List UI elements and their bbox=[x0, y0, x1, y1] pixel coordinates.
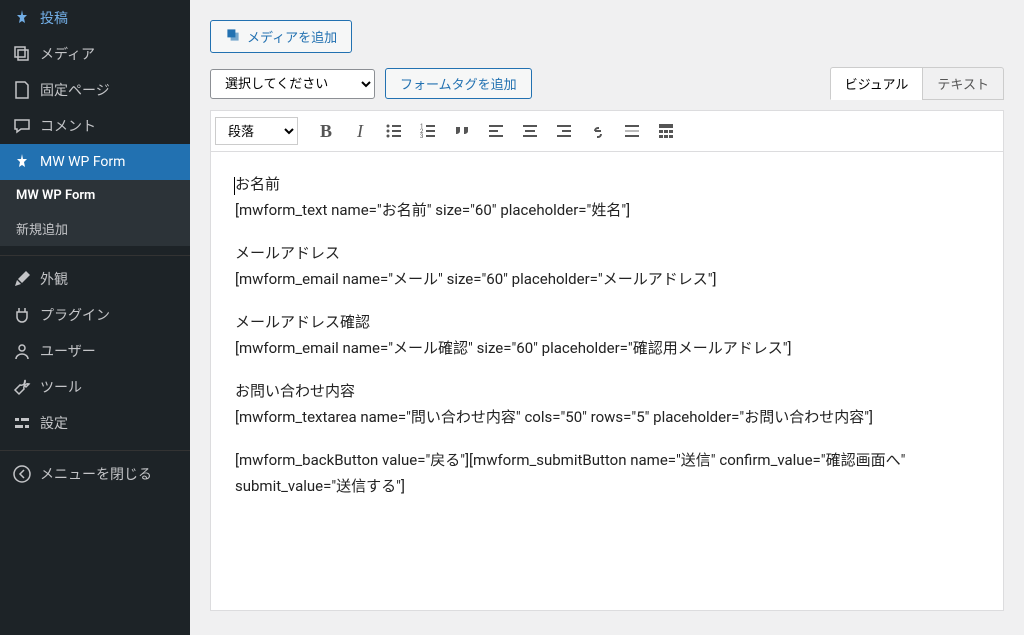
sidebar-item-tools[interactable]: ツール bbox=[0, 369, 190, 405]
align-left-button[interactable] bbox=[480, 115, 512, 147]
bullet-list-button[interactable] bbox=[378, 115, 410, 147]
sidebar-item-pages[interactable]: 固定ページ bbox=[0, 72, 190, 108]
add-media-label: メディアを追加 bbox=[247, 27, 337, 46]
sidebar-item-label: 設定 bbox=[40, 413, 68, 433]
sidebar-submenu: MW WP Form 新規追加 bbox=[0, 180, 190, 246]
user-icon bbox=[12, 341, 32, 361]
editor-paragraph: お問い合わせ内容 [mwform_textarea name="問い合わせ内容"… bbox=[235, 379, 979, 430]
editor-paragraph: お名前 [mwform_text name="お名前" size="60" pl… bbox=[235, 172, 979, 223]
comment-icon bbox=[12, 116, 32, 136]
sidebar-item-label: ユーザー bbox=[40, 341, 96, 361]
settings-icon bbox=[12, 413, 32, 433]
tool-icon bbox=[12, 377, 32, 397]
sidebar-item-label: プラグイン bbox=[40, 305, 110, 325]
editor-line: [mwform_email name="メール" size="60" place… bbox=[235, 270, 716, 288]
sidebar-item-posts[interactable]: 投稿 bbox=[0, 0, 190, 36]
menu-separator bbox=[0, 446, 190, 451]
sidebar-item-label: 外観 bbox=[40, 269, 68, 289]
admin-sidebar: 投稿 メディア 固定ページ コメント MW WP Form MW WP Form… bbox=[0, 0, 190, 635]
plug-icon bbox=[12, 305, 32, 325]
editor-tabs: ビジュアル テキスト bbox=[830, 67, 1004, 100]
editor-line: [mwform_email name="メール確認" size="60" pla… bbox=[235, 339, 791, 357]
pin-icon bbox=[12, 8, 32, 28]
media-icon bbox=[225, 27, 241, 46]
collapse-icon bbox=[12, 464, 32, 484]
number-list-button[interactable]: 123 bbox=[412, 115, 444, 147]
menu-separator bbox=[0, 251, 190, 256]
editor-paragraph: [mwform_backButton value="戻る"][mwform_su… bbox=[235, 448, 979, 499]
sidebar-item-comments[interactable]: コメント bbox=[0, 108, 190, 144]
add-form-tag-button[interactable]: フォームタグを追加 bbox=[385, 68, 532, 99]
add-media-button[interactable]: メディアを追加 bbox=[210, 20, 352, 53]
toolbar-toggle-button[interactable] bbox=[650, 115, 682, 147]
bold-button[interactable]: B bbox=[310, 115, 342, 147]
editor-line: [mwform_backButton value="戻る"][mwform_su… bbox=[235, 451, 905, 495]
form-tag-row: 選択してください フォームタグを追加 ビジュアル テキスト bbox=[210, 67, 1004, 100]
svg-text:3: 3 bbox=[420, 133, 423, 140]
editor-content[interactable]: お名前 [mwform_text name="お名前" size="60" pl… bbox=[210, 151, 1004, 611]
editor-line: お名前 bbox=[235, 175, 280, 193]
italic-button[interactable]: I bbox=[344, 115, 376, 147]
page-icon bbox=[12, 80, 32, 100]
editor-line: [mwform_textarea name="問い合わせ内容" cols="50… bbox=[235, 408, 873, 426]
editor-toolbar: 段落 B I 123 bbox=[210, 110, 1004, 151]
sidebar-item-media[interactable]: メディア bbox=[0, 36, 190, 72]
sidebar-item-label: MW WP Form bbox=[40, 154, 125, 170]
blockquote-button[interactable] bbox=[446, 115, 478, 147]
editor-line: メールアドレス確認 bbox=[235, 313, 370, 331]
editor-paragraph: メールアドレス [mwform_email name="メール" size="6… bbox=[235, 241, 979, 292]
align-center-button[interactable] bbox=[514, 115, 546, 147]
format-select[interactable]: 段落 bbox=[215, 117, 298, 145]
sidebar-item-appearance[interactable]: 外観 bbox=[0, 261, 190, 297]
sidebar-item-label: 固定ページ bbox=[40, 80, 110, 100]
brush-icon bbox=[12, 269, 32, 289]
sidebar-item-collapse[interactable]: メニューを閉じる bbox=[0, 456, 190, 492]
sidebar-item-label: メディア bbox=[40, 44, 95, 64]
submenu-item-mwwpform[interactable]: MW WP Form bbox=[0, 180, 190, 211]
sidebar-item-users[interactable]: ユーザー bbox=[0, 333, 190, 369]
top-actions: メディアを追加 bbox=[210, 20, 1004, 53]
sidebar-item-label: コメント bbox=[40, 116, 96, 136]
submenu-item-addnew[interactable]: 新規追加 bbox=[0, 211, 190, 246]
tab-text[interactable]: テキスト bbox=[922, 67, 1004, 100]
editor-paragraph: メールアドレス確認 [mwform_email name="メール確認" siz… bbox=[235, 310, 979, 361]
sidebar-item-label: ツール bbox=[40, 377, 82, 397]
pin-icon bbox=[12, 152, 32, 172]
editor-line: メールアドレス bbox=[235, 244, 340, 262]
link-button[interactable] bbox=[582, 115, 614, 147]
sidebar-item-label: 投稿 bbox=[40, 8, 68, 28]
main-content: メディアを追加 選択してください フォームタグを追加 ビジュアル テキスト 段落… bbox=[190, 0, 1024, 635]
sidebar-item-mwwpform[interactable]: MW WP Form bbox=[0, 144, 190, 180]
editor-line: [mwform_text name="お名前" size="60" placeh… bbox=[235, 201, 630, 219]
align-right-button[interactable] bbox=[548, 115, 580, 147]
readmore-button[interactable] bbox=[616, 115, 648, 147]
sidebar-item-settings[interactable]: 設定 bbox=[0, 405, 190, 441]
tab-visual[interactable]: ビジュアル bbox=[830, 67, 923, 100]
sidebar-item-label: メニューを閉じる bbox=[40, 464, 152, 484]
editor-line: お問い合わせ内容 bbox=[235, 382, 355, 400]
media-icon bbox=[12, 44, 32, 64]
sidebar-item-plugins[interactable]: プラグイン bbox=[0, 297, 190, 333]
form-tag-select[interactable]: 選択してください bbox=[210, 69, 375, 99]
